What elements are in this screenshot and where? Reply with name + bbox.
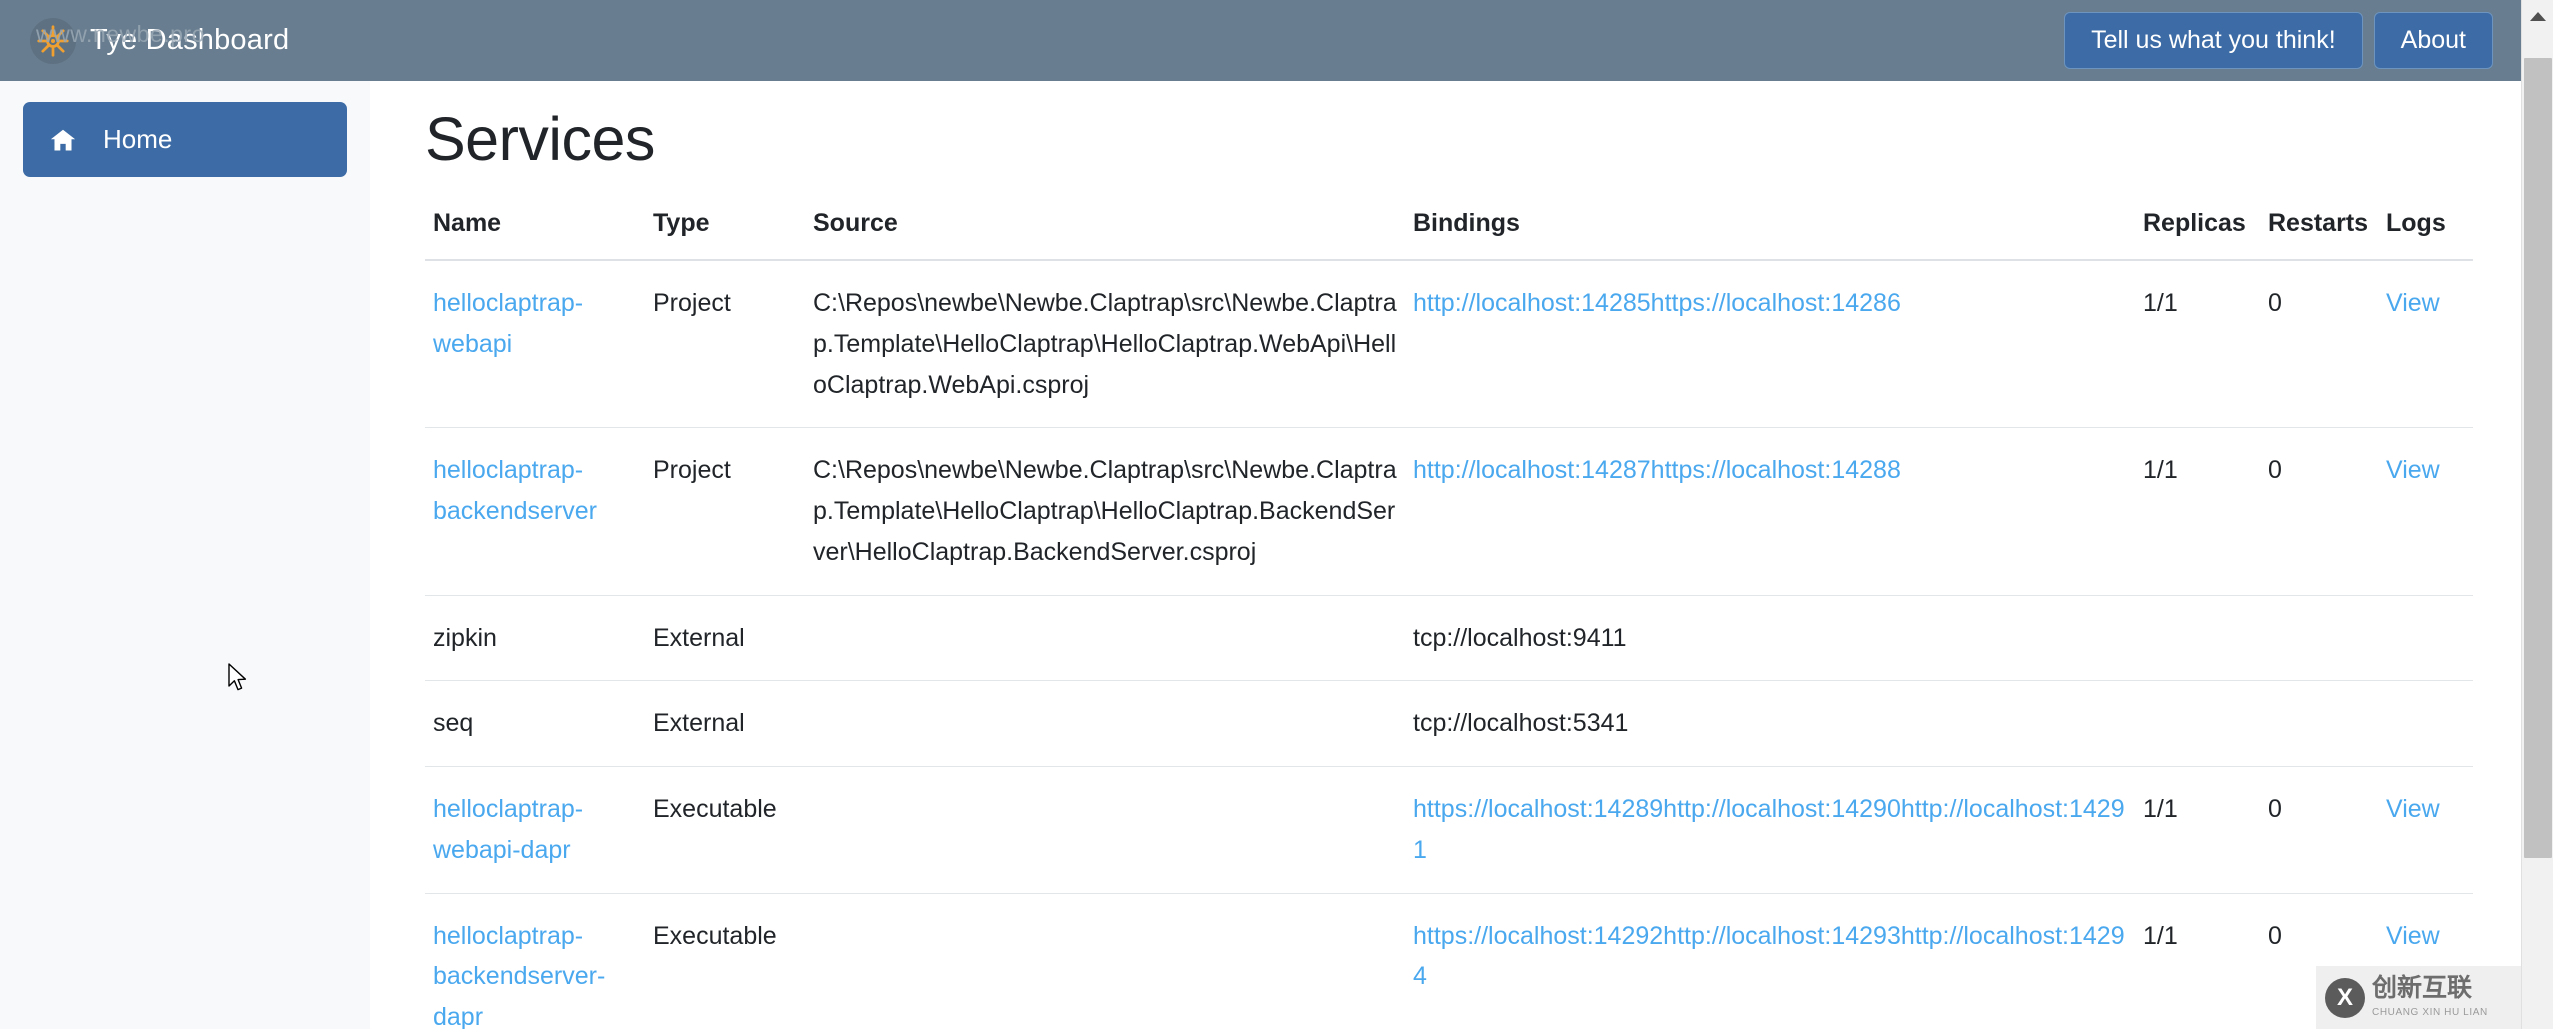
main-content: Services Name Type Source Bindings Repli… bbox=[370, 81, 2521, 1029]
brand-title: Tye Dashboard bbox=[90, 24, 289, 57]
cell-logs: View bbox=[2378, 893, 2473, 1029]
column-header-bindings: Bindings bbox=[1405, 209, 2135, 260]
cell-name: seq bbox=[425, 681, 645, 767]
cell-name: helloclaptrap-webapi-dapr bbox=[425, 767, 645, 894]
cell-replicas: 1/1 bbox=[2135, 260, 2260, 428]
cell-type: Executable bbox=[645, 893, 805, 1029]
binding-link[interactable]: http://localhost:14293 bbox=[1663, 922, 1901, 950]
cell-name: zipkin bbox=[425, 595, 645, 681]
logs-view-link[interactable]: View bbox=[2386, 922, 2440, 950]
cell-name: helloclaptrap-webapi bbox=[425, 260, 645, 428]
column-header-restarts: Restarts bbox=[2260, 209, 2378, 260]
logs-view-link[interactable]: View bbox=[2386, 795, 2440, 823]
cell-type: Executable bbox=[645, 767, 805, 894]
sidebar-item-label: Home bbox=[103, 124, 172, 155]
binding-link[interactable]: http://localhost:14285 bbox=[1413, 289, 1651, 317]
cell-logs: View bbox=[2378, 260, 2473, 428]
services-table: Name Type Source Bindings Replicas Resta… bbox=[425, 209, 2473, 1029]
sidebar: Home bbox=[0, 81, 370, 1029]
cell-restarts: 0 bbox=[2260, 260, 2378, 428]
cell-logs: View bbox=[2378, 767, 2473, 894]
cell-source bbox=[805, 893, 1405, 1029]
cell-bindings: http://localhost:14285https://localhost:… bbox=[1405, 260, 2135, 428]
service-name-link[interactable]: helloclaptrap-webapi-dapr bbox=[433, 795, 583, 864]
cell-source bbox=[805, 595, 1405, 681]
cell-bindings: tcp://localhost:5341 bbox=[1405, 681, 2135, 767]
service-name-link[interactable]: helloclaptrap-backendserver bbox=[433, 456, 597, 525]
cell-bindings: tcp://localhost:9411 bbox=[1405, 595, 2135, 681]
cell-bindings: https://localhost:14292http://localhost:… bbox=[1405, 893, 2135, 1029]
binding-link[interactable]: https://localhost:14288 bbox=[1651, 456, 1901, 484]
cell-restarts bbox=[2260, 681, 2378, 767]
cell-replicas bbox=[2135, 681, 2260, 767]
services-table-body: helloclaptrap-webapi ProjectC:\Repos\newb… bbox=[425, 260, 2473, 1029]
logs-view-link[interactable]: View bbox=[2386, 456, 2440, 484]
cell-bindings: https://localhost:14289http://localhost:… bbox=[1405, 767, 2135, 894]
cell-logs bbox=[2378, 595, 2473, 681]
sidebar-item-home[interactable]: Home bbox=[23, 102, 347, 177]
cell-replicas: 1/1 bbox=[2135, 428, 2260, 595]
binding-link[interactable]: http://localhost:14290 bbox=[1663, 795, 1901, 823]
cell-source bbox=[805, 681, 1405, 767]
binding-link[interactable]: https://localhost:14286 bbox=[1651, 289, 1901, 317]
scrollbar-thumb[interactable] bbox=[2524, 58, 2552, 858]
cell-bindings: http://localhost:14287https://localhost:… bbox=[1405, 428, 2135, 595]
column-header-name: Name bbox=[425, 209, 645, 260]
table-row: helloclaptrap-webapi ProjectC:\Repos\newb… bbox=[425, 260, 2473, 428]
column-header-replicas: Replicas bbox=[2135, 209, 2260, 260]
cell-logs bbox=[2378, 681, 2473, 767]
navbar-actions: Tell us what you think! About bbox=[2064, 12, 2493, 69]
binding-link[interactable]: http://localhost:14287 bbox=[1413, 456, 1651, 484]
column-header-type: Type bbox=[645, 209, 805, 260]
cell-type: External bbox=[645, 595, 805, 681]
services-table-head: Name Type Source Bindings Replicas Resta… bbox=[425, 209, 2473, 260]
table-row: helloclaptrap-backendserver ProjectC:\Rep… bbox=[425, 428, 2473, 595]
column-header-logs: Logs bbox=[2378, 209, 2473, 260]
service-name-link[interactable]: helloclaptrap-webapi bbox=[433, 289, 583, 358]
cell-source: C:\Repos\newbe\Newbe.Claptrap\src\Newbe.… bbox=[805, 260, 1405, 428]
binding-link[interactable]: https://localhost:14292 bbox=[1413, 922, 1663, 950]
cell-source: C:\Repos\newbe\Newbe.Claptrap\src\Newbe.… bbox=[805, 428, 1405, 595]
top-navbar: Tye Dashboard Tell us what you think! Ab… bbox=[0, 0, 2521, 81]
cell-type: External bbox=[645, 681, 805, 767]
table-header-row: Name Type Source Bindings Replicas Resta… bbox=[425, 209, 2473, 260]
table-row: helloclaptrap-webapi-dapr Executable https… bbox=[425, 767, 2473, 894]
cell-name: helloclaptrap-backendserver bbox=[425, 428, 645, 595]
column-header-source: Source bbox=[805, 209, 1405, 260]
binding-link[interactable]: https://localhost:14289 bbox=[1413, 795, 1663, 823]
cell-restarts bbox=[2260, 595, 2378, 681]
service-name-link[interactable]: helloclaptrap-backendserver-dapr bbox=[433, 922, 605, 1029]
cell-replicas: 1/1 bbox=[2135, 767, 2260, 894]
about-button[interactable]: About bbox=[2374, 12, 2493, 69]
cell-replicas: 1/1 bbox=[2135, 893, 2260, 1029]
feedback-button[interactable]: Tell us what you think! bbox=[2064, 12, 2363, 69]
brand[interactable]: Tye Dashboard bbox=[30, 18, 289, 64]
home-icon bbox=[49, 126, 77, 154]
cell-restarts: 0 bbox=[2260, 428, 2378, 595]
table-row: helloclaptrap-backendserver-dapr Executab… bbox=[425, 893, 2473, 1029]
cell-restarts: 0 bbox=[2260, 893, 2378, 1029]
cell-type: Project bbox=[645, 428, 805, 595]
table-row: zipkinExternal tcp://localhost:9411 bbox=[425, 595, 2473, 681]
cell-logs: View bbox=[2378, 428, 2473, 595]
table-row: seqExternal tcp://localhost:5341 bbox=[425, 681, 2473, 767]
scroll-up-arrow-icon[interactable] bbox=[2522, 0, 2553, 32]
page-title: Services bbox=[425, 104, 2466, 174]
vertical-scrollbar[interactable] bbox=[2521, 0, 2553, 1029]
cell-name: helloclaptrap-backendserver-dapr bbox=[425, 893, 645, 1029]
cell-replicas bbox=[2135, 595, 2260, 681]
cell-restarts: 0 bbox=[2260, 767, 2378, 894]
cell-type: Project bbox=[645, 260, 805, 428]
logs-view-link[interactable]: View bbox=[2386, 289, 2440, 317]
tye-dashboard-app: Tye Dashboard Tell us what you think! Ab… bbox=[0, 0, 2553, 1029]
tye-helm-logo-icon bbox=[30, 18, 76, 64]
cell-source bbox=[805, 767, 1405, 894]
